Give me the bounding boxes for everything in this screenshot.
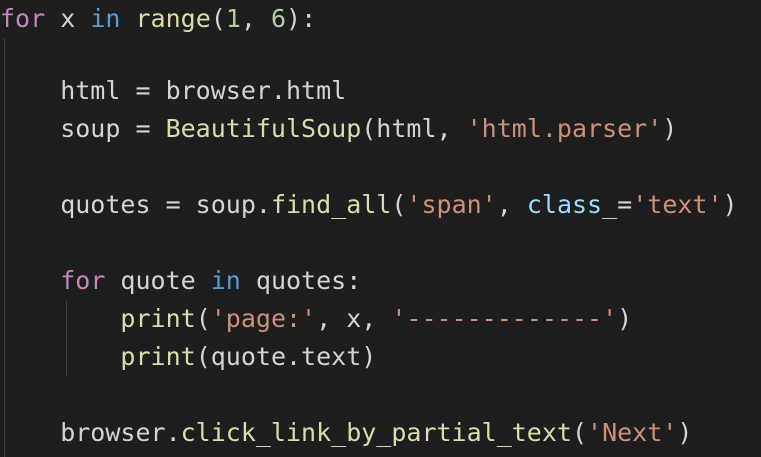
code-text: , xyxy=(240,4,271,33)
function-beautifulsoup: BeautifulSoup xyxy=(165,114,362,143)
code-text: quote xyxy=(105,266,211,295)
function-range: range xyxy=(135,4,211,33)
code-text: ) xyxy=(677,418,693,447)
code-text: ): xyxy=(286,4,317,33)
code-text: , xyxy=(496,190,527,219)
code-line-12[interactable]: browser.click_link_by_partial_text('Next… xyxy=(0,414,692,452)
code-text: quotes = soup. xyxy=(0,190,271,219)
code-line-1[interactable]: for x in range(1, 6): xyxy=(0,0,316,38)
code-line-9[interactable]: print('page:', x, '-------------') xyxy=(0,300,632,338)
keyword-for: for xyxy=(60,266,106,295)
code-text: ( xyxy=(210,4,226,33)
string-literal: 'span' xyxy=(406,190,497,219)
string-literal: 'text' xyxy=(632,190,723,219)
keyword-for: for xyxy=(0,4,46,33)
number-literal: 1 xyxy=(225,4,241,33)
code-text: ( xyxy=(571,418,588,447)
code-text: = xyxy=(617,190,633,219)
code-text: ) xyxy=(617,304,633,333)
keyword-in: in xyxy=(90,4,121,33)
function-print: print xyxy=(120,342,196,371)
code-editor[interactable]: for x in range(1, 6): html = browser.htm… xyxy=(0,0,761,457)
code-text: ) xyxy=(662,114,678,143)
code-text: ( xyxy=(391,190,407,219)
keyword-in: in xyxy=(210,266,241,295)
code-text: html = browser.html xyxy=(0,76,347,105)
code-text: soup = xyxy=(0,114,166,143)
code-text: ) xyxy=(722,190,738,219)
code-line-6[interactable]: quotes = soup.find_all('span', class_='t… xyxy=(0,186,738,224)
parameter-class: class_ xyxy=(526,190,618,219)
string-literal: 'html.parser' xyxy=(466,114,663,143)
code-text: , x, xyxy=(316,304,392,333)
code-text: (html, xyxy=(361,114,467,143)
code-text: browser. xyxy=(0,418,181,447)
code-line-4[interactable]: soup = BeautifulSoup(html, 'html.parser'… xyxy=(0,110,677,148)
string-literal: 'Next' xyxy=(587,418,678,447)
code-line-8[interactable]: for quote in quotes: xyxy=(0,262,361,300)
code-line-3[interactable]: html = browser.html xyxy=(0,72,346,110)
code-text: (quote.text) xyxy=(195,342,377,371)
string-literal: '-------------' xyxy=(391,304,618,333)
function-click-link-by-partial-text: click_link_by_partial_text xyxy=(180,418,572,447)
function-print: print xyxy=(120,304,196,333)
number-literal: 6 xyxy=(270,4,287,33)
code-text: x xyxy=(45,4,91,33)
code-text: ( xyxy=(195,304,211,333)
function-find-all: find_all xyxy=(270,190,392,219)
code-text: quotes: xyxy=(240,266,362,295)
string-literal: 'page:' xyxy=(210,304,317,333)
code-line-10[interactable]: print(quote.text) xyxy=(0,338,376,376)
